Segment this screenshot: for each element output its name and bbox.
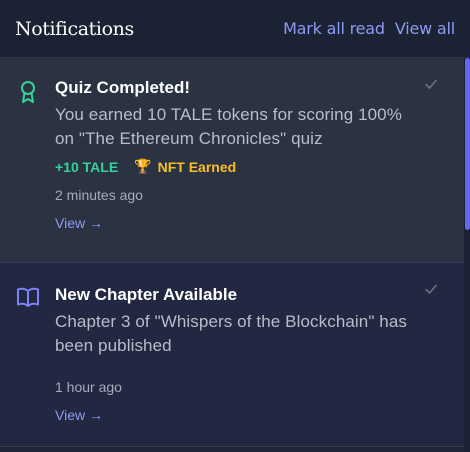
- view-all-button[interactable]: View all: [395, 19, 455, 38]
- page-title: Notifications: [15, 17, 134, 40]
- mark-read-check-icon[interactable]: [424, 281, 438, 295]
- nft-badge: 🏆 NFT Earned: [134, 158, 236, 175]
- notification-list: Quiz Completed! You earned 10 TALE token…: [0, 58, 464, 452]
- notification-item[interactable]: Quiz Completed! You earned 10 TALE token…: [0, 58, 464, 263]
- notification-body: You earned 10 TALE tokens for scoring 10…: [55, 105, 402, 148]
- notification-content: New Chapter Available Chapter 3 of "Whis…: [55, 285, 424, 423]
- notification-time: 2 minutes ago: [55, 187, 143, 203]
- view-link[interactable]: View →: [55, 215, 424, 231]
- notification-content: Quiz Completed! You earned 10 TALE token…: [55, 78, 424, 231]
- header-actions: Mark all read View all: [283, 19, 455, 38]
- trophy-icon: 🏆: [134, 158, 152, 174]
- mark-read-check-icon[interactable]: [424, 76, 438, 90]
- open-book-icon: [16, 285, 40, 309]
- reward-badges: +10 TALE 🏆 NFT Earned: [55, 158, 424, 175]
- notification-title: Quiz Completed!: [55, 78, 191, 97]
- notification-body: Chapter 3 of "Whispers of the Blockchain…: [55, 312, 408, 355]
- token-reward-badge: +10 TALE: [55, 158, 119, 175]
- notification-item[interactable]: New Chapter Available Chapter 3 of "Whis…: [0, 263, 464, 447]
- scrollbar-thumb[interactable]: [465, 58, 470, 230]
- view-link[interactable]: View →: [55, 407, 424, 423]
- award-ribbon-icon: [16, 80, 40, 104]
- nft-badge-label: NFT Earned: [157, 158, 237, 175]
- notification-time: 1 hour ago: [55, 379, 122, 395]
- mark-all-read-button[interactable]: Mark all read: [283, 19, 385, 38]
- notifications-header: Notifications Mark all read View all: [0, 0, 470, 58]
- notification-title: New Chapter Available: [55, 285, 238, 304]
